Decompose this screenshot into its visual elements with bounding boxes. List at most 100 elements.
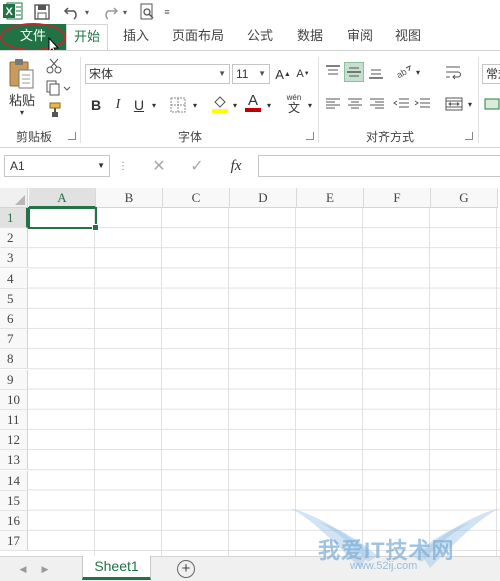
redo-icon[interactable]	[100, 2, 120, 22]
tab-data[interactable]: 数据	[288, 24, 332, 50]
tab-home[interactable]: 开始	[66, 24, 108, 51]
phonetic-button[interactable]: wén 文	[282, 91, 306, 115]
column-header-d[interactable]: D	[230, 188, 297, 208]
row-header-6[interactable]: 6	[0, 309, 28, 329]
column-header-g[interactable]: G	[431, 188, 498, 208]
alignment-launcher-icon[interactable]	[465, 132, 473, 140]
scroll-left-icon[interactable]: ◀	[18, 562, 28, 576]
merge-center-icon[interactable]	[444, 95, 464, 113]
cell-area[interactable]	[28, 208, 500, 558]
excel-logo-icon: X	[3, 1, 23, 21]
row-header-2[interactable]: 2	[0, 228, 28, 249]
print-preview-icon[interactable]	[137, 2, 157, 22]
row-header-15[interactable]: 15	[0, 490, 28, 511]
cancel-entry-icon[interactable]: ✕	[150, 157, 168, 175]
font-color-button[interactable]: A	[243, 91, 263, 113]
phonetic-dropdown-icon[interactable]: ▾	[305, 95, 315, 115]
row-header-9[interactable]: 9	[0, 369, 28, 390]
undo-dropdown-icon[interactable]: ▾	[82, 2, 92, 22]
font-launcher-icon[interactable]	[306, 132, 314, 140]
fill-color-dropdown-icon[interactable]: ▾	[230, 95, 240, 115]
undo-icon[interactable]	[62, 2, 82, 22]
align-middle-icon[interactable]	[344, 62, 364, 82]
column-header-a[interactable]: A	[29, 188, 96, 208]
chevron-down-icon[interactable]: ▼	[258, 65, 266, 83]
customize-toolbar-icon[interactable]: ≡	[162, 2, 172, 22]
add-sheet-icon[interactable]: +	[177, 560, 195, 578]
row-header-16[interactable]: 16	[0, 511, 28, 531]
number-format-combo[interactable]: 常规	[482, 64, 500, 84]
formula-input[interactable]	[258, 155, 500, 177]
row-header-8[interactable]: 8	[0, 349, 28, 370]
orientation-dropdown-icon[interactable]: ▾	[413, 63, 423, 81]
align-center-icon[interactable]	[346, 95, 364, 113]
tab-insert[interactable]: 插入	[114, 24, 158, 50]
align-top-icon[interactable]	[324, 63, 342, 81]
row-header-3[interactable]: 3	[0, 248, 28, 269]
format-painter-icon[interactable]	[44, 101, 64, 119]
active-cell-a1[interactable]	[28, 207, 99, 231]
font-name-combo[interactable]: 宋体 ▼	[85, 64, 230, 84]
cut-icon[interactable]	[44, 57, 64, 75]
select-all-button[interactable]	[0, 188, 28, 208]
row-header-5[interactable]: 5	[0, 288, 28, 309]
row-header-7[interactable]: 7	[0, 329, 28, 350]
scroll-right-icon[interactable]: ▶	[40, 562, 50, 576]
font-color-dropdown-icon[interactable]: ▾	[264, 95, 274, 115]
paste-icon[interactable]	[6, 57, 36, 91]
column-header-f[interactable]: F	[364, 188, 431, 208]
orientation-icon[interactable]: ab	[393, 63, 413, 81]
align-left-icon[interactable]	[324, 95, 342, 113]
borders-icon[interactable]	[168, 95, 188, 115]
wrap-text-icon[interactable]	[444, 63, 462, 81]
save-icon[interactable]	[32, 2, 52, 22]
paste-dropdown-icon[interactable]: ▾	[16, 107, 28, 117]
merge-dropdown-icon[interactable]: ▾	[465, 95, 475, 113]
redo-dropdown-icon[interactable]: ▾	[120, 2, 130, 22]
svg-text:ab: ab	[395, 67, 409, 80]
confirm-entry-icon[interactable]: ✓	[188, 157, 206, 175]
row-header-13[interactable]: 13	[0, 450, 28, 471]
tab-formulas[interactable]: 公式	[238, 24, 282, 50]
formula-buttons: ✕ ✓ fx	[142, 155, 256, 177]
italic-button[interactable]: I	[110, 95, 126, 115]
row-header-10[interactable]: 10	[0, 389, 28, 410]
fill-color-icon[interactable]	[210, 93, 230, 115]
name-box[interactable]: A1 ▼	[4, 155, 110, 177]
grow-font-button[interactable]: A ▲	[275, 64, 291, 84]
increase-indent-icon[interactable]	[413, 95, 431, 113]
shrink-font-button[interactable]: A ▼	[295, 64, 311, 84]
chevron-down-icon[interactable]: ▼	[97, 156, 105, 176]
underline-button[interactable]: U	[131, 95, 147, 115]
insert-function-button[interactable]: fx	[226, 157, 246, 175]
column-header-b[interactable]: B	[96, 188, 163, 208]
decrease-indent-icon[interactable]	[392, 95, 410, 113]
row-header-12[interactable]: 12	[0, 430, 28, 451]
borders-dropdown-icon[interactable]: ▾	[190, 95, 200, 115]
row-header-4[interactable]: 4	[0, 268, 28, 289]
chevron-down-icon[interactable]: ▼	[218, 65, 226, 83]
row-header-11[interactable]: 11	[0, 410, 28, 430]
align-right-icon[interactable]	[368, 95, 386, 113]
sheet-tab-sheet1[interactable]: Sheet1	[82, 556, 151, 580]
underline-dropdown-icon[interactable]: ▾	[149, 95, 159, 115]
copy-icon[interactable]	[44, 79, 72, 97]
bold-button[interactable]: B	[88, 95, 104, 115]
clipboard-launcher-icon[interactable]	[68, 132, 76, 140]
tab-view[interactable]: 视图	[386, 24, 430, 50]
row-header-1[interactable]: 1	[0, 208, 28, 228]
row-header-14[interactable]: 14	[0, 470, 28, 491]
tab-page-layout[interactable]: 页面布局	[165, 24, 231, 50]
paste-button-label[interactable]: 粘贴	[6, 91, 38, 108]
group-separator	[318, 57, 319, 143]
row-header-17[interactable]: 17	[0, 531, 28, 552]
align-bottom-icon[interactable]	[367, 63, 385, 81]
font-size-combo[interactable]: 11 ▼	[232, 64, 270, 84]
column-header-e[interactable]: E	[297, 188, 364, 208]
caret-up-icon: ▲	[283, 70, 291, 78]
tab-review[interactable]: 审阅	[338, 24, 382, 50]
column-header-c[interactable]: C	[163, 188, 230, 208]
alignment-group-label: 对齐方式	[365, 130, 414, 144]
currency-format-icon[interactable]	[484, 95, 500, 113]
formula-bar-splitter-icon[interactable]: ⋮	[118, 158, 128, 174]
